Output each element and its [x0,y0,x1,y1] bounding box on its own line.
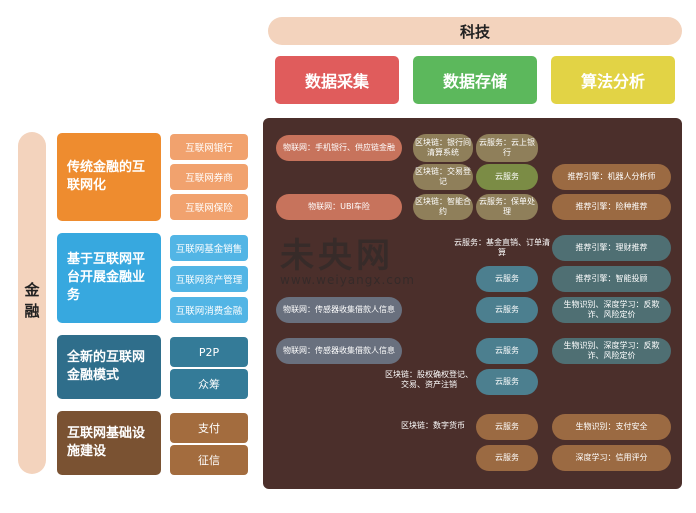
cloud-item: 云服务：保单处理 [476,194,538,220]
sub-item: 支付 [170,413,248,443]
cloud-item: 云服务 [476,369,538,395]
sub-item: 征信 [170,445,248,475]
ai-item: 推荐引擎：险种推荐 [552,194,671,220]
category-infrastructure: 互联网基础设施建设 [57,411,161,475]
blockchain-item: 区块链：数字货币 [401,421,465,430]
iot-item: 物联网：传感器收集借款人信息 [276,297,402,323]
blockchain-item: 区块链：股权确权登记、交易、资产注销 [385,370,473,389]
sub-item: 互联网银行 [170,134,248,160]
watermark-logo-text: 未央网 [280,236,394,276]
algorithm-analysis-box: 算法分析 [551,56,675,104]
sub-item: 互联网资产管理 [170,266,248,292]
category-title: 基于互联网平台开展金融业务 [67,252,146,303]
iot-item: 物联网：UBI车险 [276,194,402,220]
category-title: 全新的互联网金融模式 [67,350,146,383]
category-title: 传统金融的互联网化 [67,160,146,193]
sub-item: 互联网基金销售 [170,235,248,261]
cloud-item: 云服务 [476,445,538,471]
iot-item: 物联网：手机银行、供应链金融 [276,135,402,161]
category-title: 互联网基础设施建设 [67,426,146,459]
cloud-item: 云服务 [476,164,538,190]
ai-item: 推荐引擎：智能投顾 [552,266,671,292]
sub-item: 互联网券商 [170,164,248,190]
ai-item: 生物识别、深度学习：反欺诈、风险定价 [552,297,671,323]
category-platform: 基于互联网平台开展金融业务 [57,233,161,323]
sub-item: P2P [170,337,248,367]
category-new-model: 全新的互联网金融模式 [57,335,161,399]
blockchain-item: 区块链：智能合约 [413,194,473,220]
ai-item: 推荐引擎：理财推荐 [552,235,671,261]
data-storage-box: 数据存储 [413,56,537,104]
cloud-item: 云服务 [476,266,538,292]
iot-item: 物联网：传感器收集借款人信息 [276,338,402,364]
cloud-item: 云服务：云上银行 [476,134,538,162]
watermark: 未央网 www.weiyangx.com [280,228,430,288]
cloud-item: 云服务 [476,297,538,323]
watermark-url: www.weiyangx.com [280,273,415,287]
cloud-item: 云服务 [476,414,538,440]
ai-item: 推荐引擎：机器人分析师 [552,164,671,190]
sub-item: 互联网消费金融 [170,297,248,323]
finance-label: 金融 [18,132,46,474]
sub-item: 众筹 [170,369,248,399]
blockchain-item: 区块链：交易登记 [413,164,473,190]
category-traditional: 传统金融的互联网化 [57,133,161,221]
cloud-item: 云服务：基金直销、订单清算 [454,238,550,257]
ai-item: 生物识别：支付安全 [552,414,671,440]
ai-item: 深度学习：信用评分 [552,445,671,471]
ai-item: 生物识别、深度学习：反欺诈、风险定价 [552,338,671,364]
tech-header: 科技 [268,17,682,45]
blockchain-item: 区块链：银行间清算系统 [413,134,473,162]
sub-item: 互联网保险 [170,194,248,220]
data-collection-box: 数据采集 [275,56,399,104]
cloud-item: 云服务 [476,338,538,364]
